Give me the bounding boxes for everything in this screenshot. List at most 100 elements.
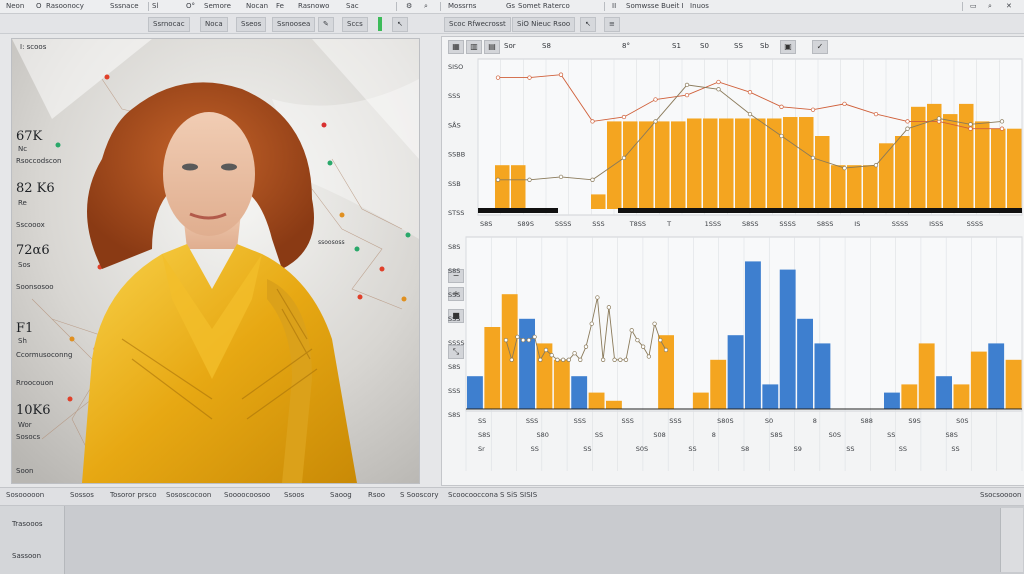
data-point (873, 111, 879, 117)
menu-item-16[interactable]: Somwsse Bueit I (626, 1, 684, 12)
tab-11[interactable]: Ssocsoooon (980, 491, 1021, 499)
data-point (618, 357, 623, 362)
data-point (509, 357, 514, 362)
menu-item-2[interactable]: Rasoonocy (46, 1, 84, 12)
x-tick-label: 8 (813, 417, 817, 425)
bar (762, 384, 779, 409)
y-tick-label: SSS (448, 291, 460, 299)
menu-item-15[interactable]: II (612, 1, 616, 12)
toolbar-button-2[interactable]: Sseos (236, 17, 267, 32)
tab-4[interactable]: Soooocoosoo (224, 491, 270, 499)
metric-label: Re (18, 199, 27, 207)
x-tick-label: 8 (712, 431, 716, 439)
menu-item-6[interactable]: Semore (204, 1, 231, 12)
menu-item-11[interactable]: Mossrns (448, 1, 476, 12)
toolbar-button-4[interactable]: Sccs (342, 17, 368, 32)
data-point (612, 357, 617, 362)
menu-item-1[interactable]: O (36, 1, 42, 12)
toolbar: Ssrnocac Noca Sseos Ssnoosea ✎ Sccs ↖ Sc… (0, 14, 1024, 34)
x-tick-label: S9 (794, 445, 802, 453)
bar (943, 114, 958, 209)
data-point (527, 75, 532, 80)
data-point (527, 177, 532, 182)
bar (591, 194, 606, 209)
bar (703, 118, 718, 209)
bar (727, 335, 744, 409)
toolbar-button-1[interactable]: Noca (200, 17, 228, 32)
x-tick-label: SS (951, 445, 959, 453)
cursor-icon[interactable]: ↖ (392, 17, 408, 32)
x-tick-label: T8SS (629, 220, 646, 228)
menu-item-7[interactable]: Nocan (246, 1, 268, 12)
tab-3[interactable]: Sososcocoon (166, 491, 211, 499)
bar (779, 269, 796, 409)
menu-item-12[interactable]: Gs (506, 1, 515, 12)
bar (1005, 359, 1022, 409)
search-icon[interactable]: ⌕ (988, 1, 992, 12)
tab-0[interactable]: Sosooooon (6, 491, 44, 499)
close-icon[interactable]: ✕ (1006, 1, 1012, 12)
bar (751, 118, 766, 209)
y-tick-label: SISO (448, 63, 463, 71)
x-tick-label: SSS (574, 417, 586, 425)
data-point (503, 337, 509, 343)
menu-item-5[interactable]: O° (186, 1, 195, 12)
status-indicator (378, 17, 382, 31)
bar (671, 121, 686, 209)
search-icon[interactable]: ⌕ (424, 1, 428, 12)
tab-6[interactable]: Saoog (330, 491, 352, 499)
menu-item-0[interactable]: Neon (6, 1, 24, 12)
bar (719, 118, 734, 209)
data-point (873, 163, 879, 168)
menu-item-13[interactable]: Somet Raterco (518, 1, 570, 12)
cursor-icon[interactable]: ↖ (580, 17, 596, 32)
metric-label: Sosocs (16, 433, 41, 441)
minimize-icon[interactable]: ▭ (970, 1, 977, 12)
y-tick-label: SSSS (448, 339, 465, 347)
pen-icon[interactable]: ✎ (318, 17, 334, 32)
bar (658, 335, 674, 409)
x-tick-label: S88 (861, 417, 873, 425)
panel-label: Sassoon (12, 552, 42, 560)
scrollbar[interactable] (1000, 508, 1023, 572)
tab-5[interactable]: Ssoos (284, 491, 304, 499)
bar (710, 359, 727, 409)
bar (895, 136, 910, 209)
tab-7[interactable]: Rsoo (368, 491, 385, 499)
toolbar-button-5[interactable]: Scoc Rfwecrosst (444, 17, 511, 32)
data-point (543, 347, 549, 353)
tab-1[interactable]: Sossos (70, 491, 94, 499)
toolbar-button-6[interactable]: SiO Nieuc Rsoo (512, 17, 576, 32)
panel-label: Trasooos (12, 520, 43, 528)
tab-2[interactable]: Tosoror prsco (110, 491, 157, 499)
x-tick-label: T (666, 220, 671, 228)
bar (1007, 128, 1022, 209)
menu-item-10[interactable]: Sac (346, 1, 359, 12)
sliders-icon[interactable]: ≡ (604, 17, 620, 32)
x-tick-label: IS (854, 220, 860, 228)
menu-item-4[interactable]: Sl (152, 1, 158, 12)
bar (911, 106, 926, 209)
data-point (560, 357, 566, 362)
x-tick-label: SS (478, 417, 486, 425)
metric-value: 82 K6 (16, 181, 55, 196)
bar (970, 351, 987, 409)
menu-item-3[interactable]: Sssnace (110, 1, 139, 12)
menu-item-17[interactable]: Inuos (690, 1, 709, 12)
bar (606, 400, 622, 409)
menu-item-8[interactable]: Fe (276, 1, 284, 12)
tab-9[interactable]: Scoocooccona (448, 491, 498, 499)
gear-icon[interactable]: ⚙ (406, 1, 412, 12)
data-point (779, 133, 784, 139)
x-tick-label: S08 (653, 431, 665, 439)
metric-label: Wor (18, 421, 32, 429)
tab-10[interactable]: S SiS SISIS (500, 491, 537, 499)
bar (511, 165, 526, 209)
tab-8[interactable]: S Sooscory (400, 491, 438, 499)
menu-item-9[interactable]: Rasnowo (298, 1, 329, 12)
toolbar-button-0[interactable]: Ssrnocac (148, 17, 190, 32)
x-tick-label: SS (887, 431, 895, 439)
toolbar-button-3[interactable]: Ssnoosea (272, 17, 316, 32)
y-tick-label: STSS (448, 209, 464, 217)
bar (863, 165, 878, 209)
